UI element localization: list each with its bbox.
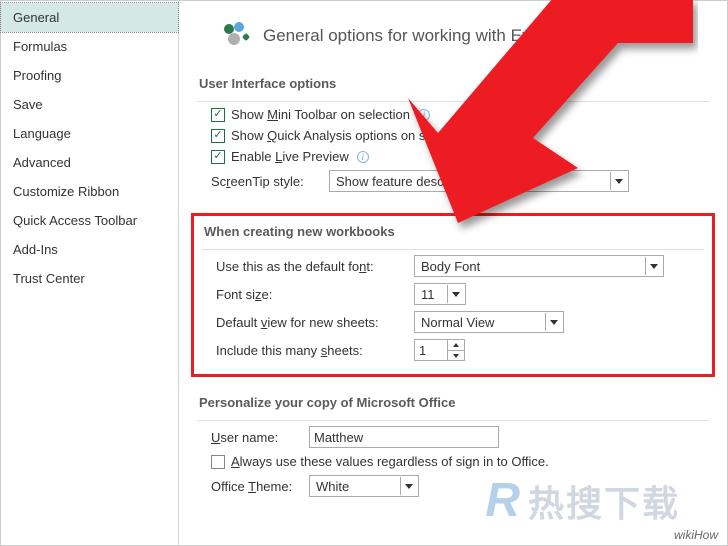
user-name-label: User name:: [211, 430, 303, 445]
always-use-values-checkbox[interactable]: [211, 455, 225, 469]
font-size-select[interactable]: 11: [414, 283, 466, 305]
chevron-down-icon: [610, 172, 626, 190]
quick-analysis-label: Show Quick Analysis options on selection: [231, 128, 470, 143]
user-name-input[interactable]: Matthew: [309, 426, 499, 448]
font-size-label: Font size:: [216, 287, 408, 302]
spinner-up-icon[interactable]: [448, 340, 464, 350]
options-content: General options for working with Exce Us…: [179, 1, 727, 545]
office-theme-label: Office Theme:: [211, 479, 303, 494]
sidebar-item-language[interactable]: Language: [1, 119, 178, 148]
sidebar-item-trust-center[interactable]: Trust Center: [1, 264, 178, 293]
default-font-select[interactable]: Body Font: [414, 255, 664, 277]
live-preview-label: Enable Live Preview: [231, 149, 349, 164]
info-icon[interactable]: [357, 151, 369, 163]
sheets-count-spinner[interactable]: 1: [414, 339, 465, 361]
sidebar-item-add-ins[interactable]: Add-Ins: [1, 235, 178, 264]
sidebar-item-save[interactable]: Save: [1, 90, 178, 119]
chevron-down-icon: [447, 285, 463, 303]
default-view-label: Default view for new sheets:: [216, 315, 408, 330]
default-font-label: Use this as the default font:: [216, 259, 408, 274]
personalize-title: Personalize your copy of Microsoft Offic…: [197, 391, 709, 420]
default-view-select[interactable]: Normal View: [414, 311, 564, 333]
mini-toolbar-checkbox[interactable]: [211, 108, 225, 122]
general-options-icon: [219, 17, 253, 54]
ui-options-section: User Interface options Show Mini Toolbar…: [197, 72, 709, 195]
sidebar-item-proofing[interactable]: Proofing: [1, 61, 178, 90]
spinner-down-icon[interactable]: [448, 350, 464, 360]
chevron-down-icon: [545, 313, 561, 331]
mini-toolbar-label: Show Mini Toolbar on selection: [231, 107, 410, 122]
sheets-count-label: Include this many sheets:: [216, 343, 408, 358]
new-workbooks-title: When creating new workbooks: [202, 220, 704, 249]
screentip-style-label: ScreenTip style:: [211, 174, 323, 189]
office-theme-select[interactable]: White: [309, 475, 419, 497]
ui-options-title: User Interface options: [197, 72, 709, 101]
live-preview-checkbox[interactable]: [211, 150, 225, 164]
options-sidebar: General Formulas Proofing Save Language …: [1, 1, 179, 545]
personalize-section: Personalize your copy of Microsoft Offic…: [197, 391, 709, 500]
sidebar-item-customize-ribbon[interactable]: Customize Ribbon: [1, 177, 178, 206]
sidebar-item-quick-access-toolbar[interactable]: Quick Access Toolbar: [1, 206, 178, 235]
sidebar-item-formulas[interactable]: Formulas: [1, 32, 178, 61]
info-icon[interactable]: [418, 109, 430, 121]
screentip-style-select[interactable]: Show feature description ps: [329, 170, 629, 192]
quick-analysis-checkbox[interactable]: [211, 129, 225, 143]
new-workbooks-section: When creating new workbooks Use this as …: [191, 213, 715, 377]
sidebar-item-advanced[interactable]: Advanced: [1, 148, 178, 177]
always-use-values-label: Always use these values regardless of si…: [231, 454, 549, 469]
page-heading: General options for working with Exce: [263, 26, 548, 46]
watermark-wikihow: wikiHow: [668, 526, 724, 544]
chevron-down-icon: [645, 257, 661, 275]
chevron-down-icon: [400, 477, 416, 495]
sidebar-item-general[interactable]: General: [1, 3, 178, 32]
